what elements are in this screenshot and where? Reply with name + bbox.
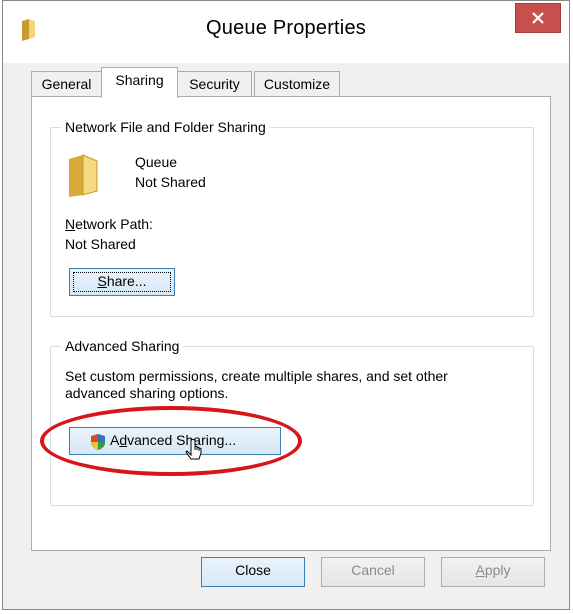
tab-sharing[interactable]: Sharing [101,67,178,98]
tab-security[interactable]: Security [177,71,252,97]
sharing-tab-panel: Network File and Folder Sharing Queue No… [31,96,551,551]
tab-sharing-label: Sharing [115,72,164,88]
mouse-pointer-icon [185,438,205,471]
advanced-sharing-description-line1: Set custom permissions, create multiple … [65,368,448,384]
apply-button-label: pply [484,562,511,578]
close-button[interactable]: Close [201,557,305,587]
network-path-label-accesskey: N [65,216,76,232]
network-path-label: Network Path: [65,215,153,233]
highlight-annotation-ring [40,406,302,476]
tab-customize[interactable]: Customize [254,71,340,97]
queue-properties-dialog: Queue Properties General Sharing Securit… [2,0,570,610]
tab-general[interactable]: General [31,71,102,97]
network-file-folder-sharing-group: Network File and Folder Sharing Queue No… [50,118,534,317]
folder-name: Queue [135,154,178,170]
advanced-sharing-description-line2: advanced sharing options. [65,385,229,401]
tab-general-label: General [41,76,92,92]
cancel-button-label: Cancel [351,562,395,578]
network-path-label-text: etwork Path: [75,216,153,232]
window-title: Queue Properties [206,17,366,39]
folder-share-status: Not Shared [135,174,206,190]
tab-customize-label: Customize [263,76,331,92]
tab-security-label: Security [189,76,240,92]
share-button[interactable]: Share... [69,268,175,296]
cancel-button[interactable]: Cancel [321,557,425,587]
advanced-sharing-group-title: Advanced Sharing [61,337,184,355]
close-button-label: Close [235,562,271,578]
network-sharing-group-title: Network File and Folder Sharing [61,118,270,136]
apply-button[interactable]: Apply [441,557,545,587]
close-icon [532,12,544,24]
share-button-focus-rect [73,272,171,292]
title-bar: Queue Properties [3,1,569,63]
close-window-button[interactable] [515,3,561,33]
apply-button-accesskey: A [475,562,485,578]
shared-folder-icon [67,153,103,204]
network-path-value: Not Shared [65,236,136,252]
